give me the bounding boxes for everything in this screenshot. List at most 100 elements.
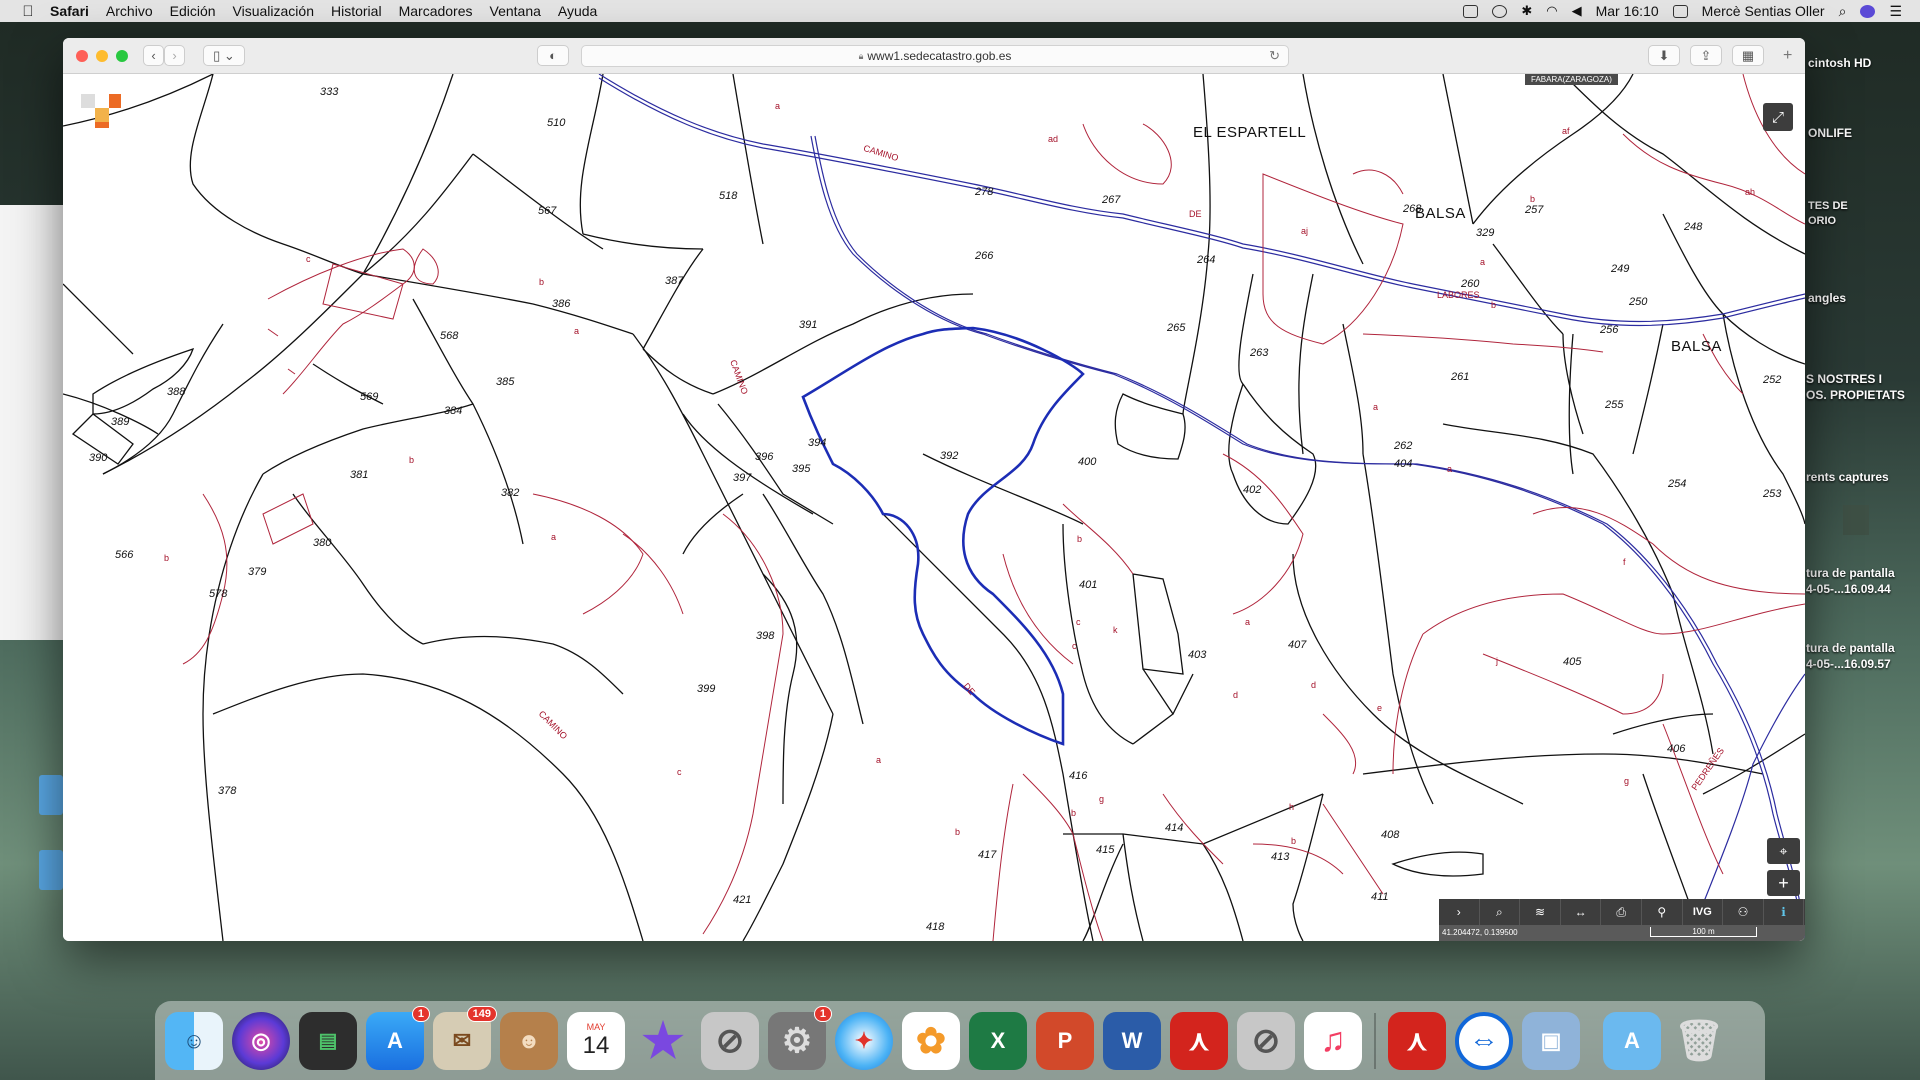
menu-ayuda[interactable]: Ayuda <box>558 3 597 19</box>
parcel-number[interactable]: 395 <box>792 463 810 475</box>
parcel-number[interactable]: 401 <box>1079 579 1097 591</box>
minimize-window-button[interactable] <box>96 50 108 62</box>
desktop-label[interactable]: cintosh HD <box>1808 56 1871 70</box>
parcel-number[interactable]: 265 <box>1167 322 1185 334</box>
input-source-icon[interactable] <box>1672 4 1688 18</box>
parcel-number[interactable]: 264 <box>1197 254 1215 266</box>
parcel-number[interactable]: 384 <box>444 405 462 417</box>
parcel-number[interactable]: 254 <box>1668 478 1686 490</box>
siri-icon[interactable]: ◎ <box>232 1011 290 1070</box>
sidebar-toggle-button[interactable]: ▯ ⌄ <box>203 45 245 66</box>
menu-marcadores[interactable]: Marcadores <box>399 3 473 19</box>
parcel-number[interactable]: 252 <box>1763 374 1781 386</box>
acrobat-icon[interactable]: ⋏ <box>1170 1011 1228 1070</box>
tab-overview-button[interactable]: ▦ <box>1732 45 1764 66</box>
back-button[interactable]: ‹ <box>143 45 164 66</box>
parcel-number[interactable]: 255 <box>1605 399 1623 411</box>
layers-tool-button[interactable]: ≋ <box>1520 899 1561 925</box>
teamviewer-icon[interactable]: ⇔ <box>1455 1011 1513 1070</box>
info-tool-button[interactable]: ℹ <box>1764 899 1805 925</box>
parcel-number[interactable]: 408 <box>1381 829 1399 841</box>
overlay-tool-button[interactable]: ⚇ <box>1723 899 1764 925</box>
parcel-number[interactable]: 400 <box>1078 456 1096 468</box>
parcel-number[interactable]: 397 <box>733 472 751 484</box>
parcel-number[interactable]: 380 <box>313 537 331 549</box>
trash-icon[interactable]: 🗑︎ <box>1670 1012 1728 1070</box>
parcel-number[interactable]: 510 <box>547 117 565 129</box>
finder-icon[interactable]: ☺ <box>165 1011 223 1070</box>
fullscreen-map-button[interactable]: ⤢ <box>1763 103 1793 131</box>
reload-icon[interactable]: ↻ <box>1269 48 1280 64</box>
zoom-in-button[interactable]: + <box>1767 870 1800 896</box>
parcel-number[interactable]: 387 <box>665 275 683 287</box>
safari-icon[interactable]: ✦ <box>835 1011 893 1070</box>
parcel-number[interactable]: 329 <box>1476 227 1494 239</box>
parcel-number[interactable]: 567 <box>538 205 556 217</box>
search-tool-button[interactable]: ⌕ <box>1480 899 1521 925</box>
imovie-icon[interactable]: ★ <box>634 1012 692 1070</box>
parcel-number[interactable]: 566 <box>115 549 133 561</box>
parcel-number[interactable]: 391 <box>799 319 817 331</box>
desktop-label[interactable]: TES DE <box>1808 200 1848 212</box>
parcel-number[interactable]: 263 <box>1250 347 1268 359</box>
screen-share-icon[interactable] <box>1463 4 1479 18</box>
word-icon[interactable]: W <box>1103 1011 1161 1070</box>
photos-icon[interactable]: ✿ <box>902 1011 960 1070</box>
acrobat-reader-icon[interactable]: ⋏ <box>1388 1011 1446 1070</box>
share-button[interactable]: ⇪ <box>1690 45 1722 66</box>
parcel-number[interactable]: 405 <box>1563 656 1581 668</box>
system-preferences-icon[interactable]: ⚙ 1 <box>768 1005 832 1070</box>
forward-button[interactable]: › <box>164 45 185 66</box>
parcel-number[interactable]: 256 <box>1600 324 1618 336</box>
parcel-number[interactable]: 278 <box>975 186 993 198</box>
parcel-number[interactable]: 402 <box>1243 484 1261 496</box>
desktop-label[interactable]: tura de pantalla <box>1806 641 1895 655</box>
new-tab-button[interactable]: + <box>1783 47 1792 65</box>
parcel-number[interactable]: 386 <box>552 298 570 310</box>
url-bar[interactable]: 🔒︎ www1.sedecatastro.gob.es ↻ <box>581 45 1289 67</box>
menu-archivo[interactable]: Archivo <box>106 3 153 19</box>
parcel-number[interactable]: 262 <box>1394 440 1412 452</box>
menu-historial[interactable]: Historial <box>331 3 382 19</box>
apple-menu-icon[interactable]:  <box>20 3 36 20</box>
parcel-number[interactable]: 421 <box>733 894 751 906</box>
preview-icon[interactable]: ▣ <box>1522 1011 1580 1070</box>
parcel-number[interactable]: 388 <box>167 386 185 398</box>
desktop-label[interactable]: tura de pantalla <box>1806 566 1895 580</box>
parcel-number[interactable]: 394 <box>808 437 826 449</box>
utility-icon[interactable]: ⊘ <box>701 1011 759 1070</box>
applications-folder-icon[interactable]: A <box>1603 1011 1661 1070</box>
parcel-number[interactable]: 568 <box>440 330 458 342</box>
parcel-number[interactable]: 260 <box>1461 278 1479 290</box>
desktop-label[interactable]: ORIO <box>1808 215 1836 227</box>
parcel-number[interactable]: 250 <box>1629 296 1647 308</box>
notification-center-icon[interactable]: ☰ <box>1889 3 1902 20</box>
parcel-number[interactable]: 404 <box>1394 458 1412 470</box>
parcel-number[interactable]: 389 <box>111 416 129 428</box>
music-icon[interactable]: ♫ <box>1304 1011 1362 1070</box>
parcel-number[interactable]: 390 <box>89 452 107 464</box>
desktop-file-icon[interactable] <box>1843 505 1869 535</box>
menu-user[interactable]: Mercè Sentias Oller <box>1702 3 1825 19</box>
parcel-number[interactable]: 518 <box>719 190 737 202</box>
locate-button[interactable]: ⌖ <box>1767 838 1800 864</box>
parcel-number[interactable]: 407 <box>1288 639 1306 651</box>
downloads-button[interactable]: ⬇ <box>1648 45 1680 66</box>
menu-visualizacion[interactable]: Visualización <box>233 3 314 19</box>
desktop-label[interactable]: OS. PROPIETATS <box>1806 388 1905 402</box>
parcel-number[interactable]: 403 <box>1188 649 1206 661</box>
parcel-number[interactable]: 268 <box>1403 203 1421 215</box>
parcel-number[interactable]: 378 <box>218 785 236 797</box>
parcel-number[interactable]: 413 <box>1271 851 1289 863</box>
privacy-report-button[interactable]: ◐ <box>537 45 569 66</box>
powerpoint-icon[interactable]: P <box>1036 1011 1094 1070</box>
parcel-number[interactable]: 578 <box>209 588 227 600</box>
parcel-number[interactable]: 379 <box>248 566 266 578</box>
parcel-number[interactable]: 414 <box>1165 822 1183 834</box>
contacts-icon[interactable]: ☻ <box>500 1011 558 1070</box>
menu-clock[interactable]: Mar 16:10 <box>1596 3 1659 19</box>
parcel-number[interactable]: 382 <box>501 487 519 499</box>
menu-app-name[interactable]: Safari <box>50 3 89 19</box>
parcel-number[interactable]: 416 <box>1069 770 1087 782</box>
close-window-button[interactable] <box>76 50 88 62</box>
